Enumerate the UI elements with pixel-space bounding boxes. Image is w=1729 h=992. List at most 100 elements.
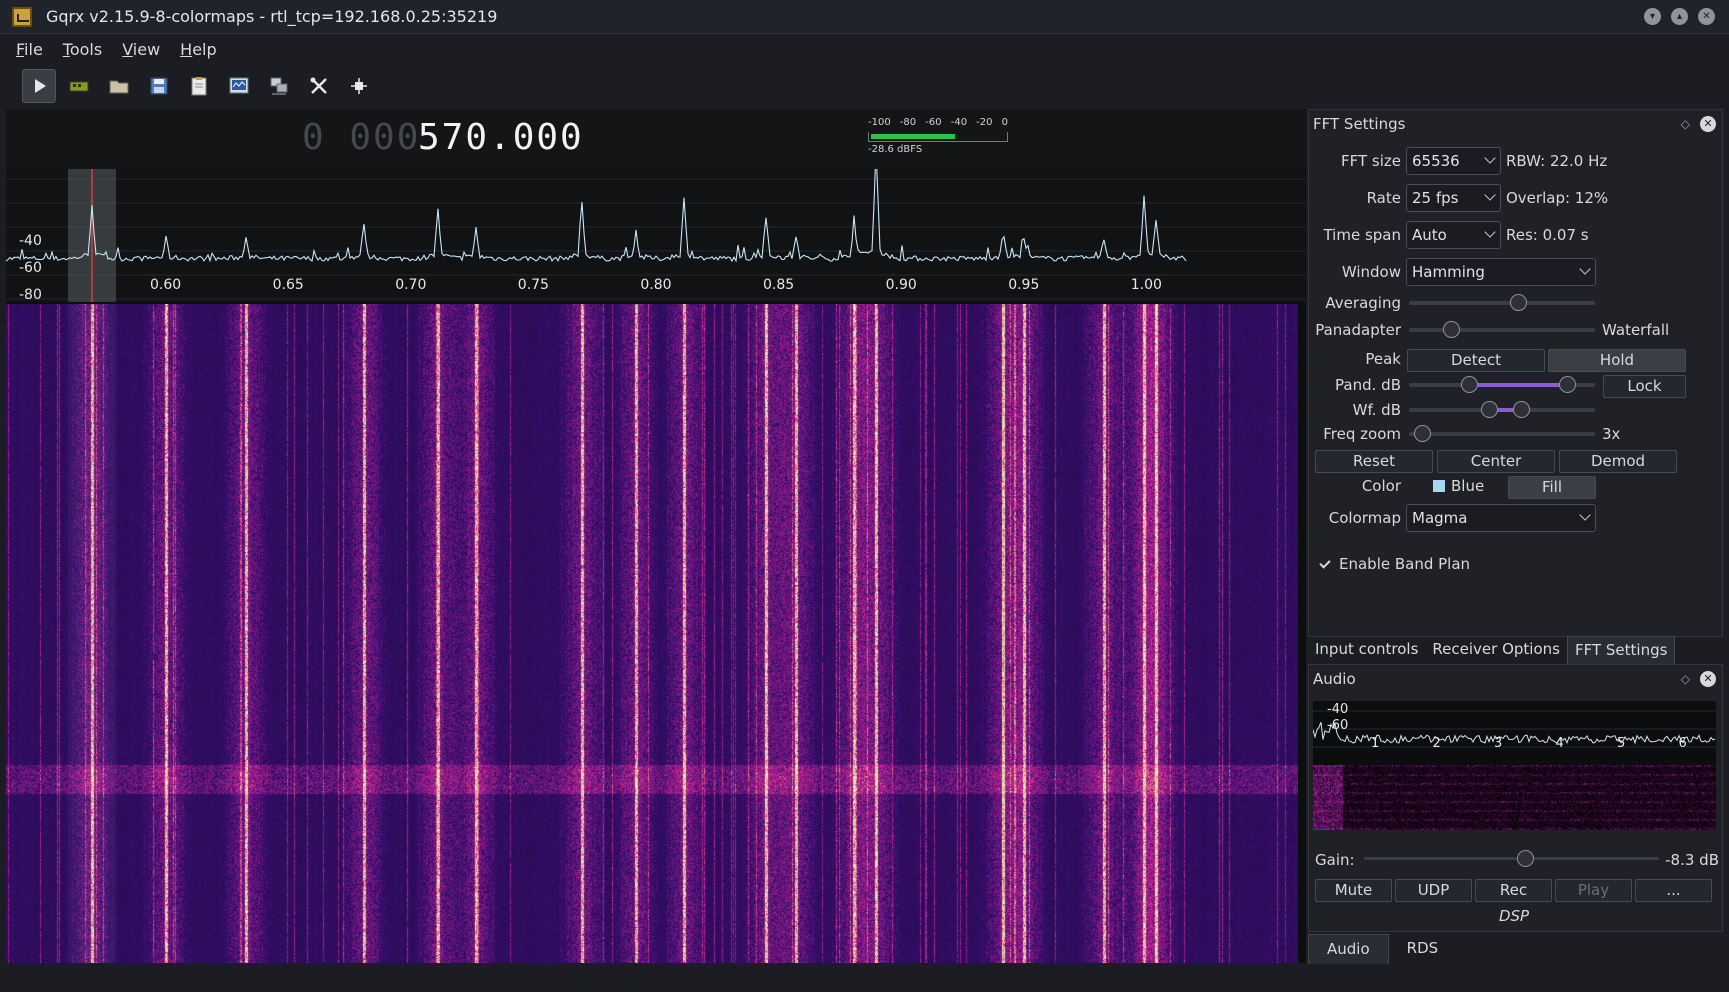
averaging-label: Averaging: [1325, 294, 1401, 312]
timespan-combo[interactable]: Auto: [1406, 221, 1501, 249]
fft-size-combo[interactable]: 65536: [1406, 147, 1501, 175]
peak-label: Peak: [1365, 350, 1401, 368]
fft-settings-panel: FFT Settings ◇ ✕ FFT size 65536 RBW: 22.0…: [1308, 109, 1723, 637]
panadapter-x-label: 0.85: [763, 277, 794, 293]
panadapter-x-label: 0.70: [395, 277, 426, 293]
panel-title: FFT Settings: [1313, 115, 1406, 133]
spectrum-view[interactable]: 0 000 570.000 -100 -80 -60 -40 -20 0 -28.6 dB…: [6, 109, 1306, 963]
clipboard-button[interactable]: [182, 69, 216, 103]
open-file-button[interactable]: [102, 69, 136, 103]
tab-audio[interactable]: Audio: [1308, 934, 1389, 964]
minimize-button[interactable]: ▾: [1644, 8, 1661, 25]
tab-fft-settings[interactable]: FFT Settings: [1566, 636, 1676, 664]
play-icon: [35, 79, 46, 93]
remote-control-button[interactable]: [222, 69, 256, 103]
close-panel-button[interactable]: ✕: [1700, 671, 1716, 687]
save-button[interactable]: [142, 69, 176, 103]
menu-view[interactable]: View: [112, 40, 170, 59]
gain-value: -8.3 dB: [1665, 851, 1719, 869]
frequency-leading-digits[interactable]: 0 000: [302, 117, 420, 158]
color-swatch: [1433, 480, 1445, 492]
dock-tab-bar: Input controls Receiver Options FFT Sett…: [1308, 636, 1723, 664]
chevron-down-icon: [1579, 509, 1591, 521]
panadapter-waterfall-split-slider[interactable]: [1409, 321, 1595, 339]
wf-db-range-slider[interactable]: [1409, 401, 1595, 419]
audio-x-label: 3: [1494, 736, 1502, 751]
peak-hold-button[interactable]: Hold: [1548, 349, 1686, 372]
meter-tick-label: 0: [1001, 117, 1008, 128]
float-icon[interactable]: ◇: [1681, 672, 1690, 686]
colormap-combo[interactable]: Magma: [1406, 504, 1596, 532]
fft-size-label: FFT size: [1340, 152, 1401, 170]
settings-button[interactable]: [342, 69, 376, 103]
panadapter-y-label: -80: [19, 287, 42, 302]
app-window: Gqrx v2.15.9-8-colormaps - rtl_tcp=192.1…: [0, 0, 1729, 992]
tab-rds[interactable]: RDS: [1389, 934, 1457, 964]
freq-zoom-value: 3x: [1602, 425, 1621, 443]
overlap-value: Overlap: 12%: [1506, 189, 1609, 207]
panadapter-x-label: 0.90: [886, 277, 917, 293]
network-icon: [270, 77, 288, 95]
meter-tick-label: -20: [976, 117, 993, 128]
audio-x-label: 2: [1433, 736, 1441, 751]
pand-db-label: Pand. dB: [1335, 376, 1401, 394]
tab-input-controls[interactable]: Input controls: [1308, 636, 1425, 664]
play-button[interactable]: [22, 69, 56, 103]
gain-label: Gain:: [1315, 851, 1355, 869]
menu-help[interactable]: Help: [170, 40, 226, 59]
io-device-button[interactable]: [62, 69, 96, 103]
panadapter-plot[interactable]: -40 -60 -80 0.60 0.65 0.70 0.75 0.80 0.85 0.90 0.9…: [6, 169, 1306, 302]
meter-tick-label: -100: [868, 117, 891, 128]
mute-button[interactable]: Mute: [1315, 879, 1392, 902]
audio-waterfall: [1313, 765, 1716, 830]
menu-tools[interactable]: Tools: [53, 40, 112, 59]
frequency-display[interactable]: 0 000 570.000 -100 -80 -60 -40 -20 0 -28.6 dB…: [6, 109, 1306, 169]
freq-zoom-slider[interactable]: [1409, 425, 1595, 443]
close-panel-button[interactable]: ✕: [1700, 116, 1716, 132]
colormap-label: Colormap: [1328, 509, 1401, 527]
toolbar: [0, 66, 1729, 106]
wf-db-label: Wf. dB: [1352, 401, 1401, 419]
pand-db-range-slider[interactable]: [1409, 376, 1595, 394]
remote-control-icon: [229, 77, 249, 94]
signal-level-label: -28.6 dBFS: [868, 144, 923, 155]
demod-button[interactable]: Demod: [1559, 450, 1677, 473]
rec-button[interactable]: Rec: [1475, 879, 1552, 902]
waterfall-display[interactable]: [6, 304, 1298, 963]
lock-button[interactable]: Lock: [1603, 375, 1686, 398]
panadapter-x-label: 0.65: [273, 277, 304, 293]
tools-button[interactable]: [302, 69, 336, 103]
audio-spectrum[interactable]: -40 -60 1 2 3 4 5 6: [1312, 701, 1716, 830]
rate-label: Rate: [1366, 189, 1401, 207]
close-button[interactable]: ✕: [1698, 8, 1715, 25]
clipboard-icon: [191, 77, 207, 96]
color-picker[interactable]: Blue: [1433, 477, 1484, 495]
udp-button[interactable]: UDP: [1395, 879, 1472, 902]
chevron-down-icon: [1484, 189, 1496, 201]
window-title: Gqrx v2.15.9-8-colormaps - rtl_tcp=192.1…: [46, 7, 498, 26]
chevron-down-icon: [1484, 152, 1496, 164]
frequency-value[interactable]: 570.000: [418, 117, 584, 158]
panadapter-x-label: 0.60: [150, 277, 181, 293]
rate-combo[interactable]: 25 fps: [1406, 184, 1501, 212]
more-button[interactable]: ...: [1635, 879, 1712, 902]
fill-button[interactable]: Fill: [1508, 476, 1596, 499]
network-button[interactable]: [262, 69, 296, 103]
menu-file[interactable]: File: [6, 40, 53, 59]
averaging-slider[interactable]: [1409, 294, 1595, 312]
menu-bar: File Tools View Help: [0, 35, 1729, 63]
peak-detect-button[interactable]: Detect: [1407, 349, 1545, 372]
float-icon[interactable]: ◇: [1681, 117, 1690, 131]
center-button[interactable]: Center: [1437, 450, 1555, 473]
title-bar: Gqrx v2.15.9-8-colormaps - rtl_tcp=192.1…: [0, 0, 1729, 34]
status-bar: [0, 964, 1729, 992]
maximize-button[interactable]: ▴: [1671, 8, 1688, 25]
enable-band-plan-checkbox[interactable]: Enable Band Plan: [1319, 555, 1470, 573]
window-combo[interactable]: Hamming: [1406, 258, 1596, 286]
resolution-value: Res: 0.07 s: [1506, 226, 1589, 244]
play-button[interactable]: Play: [1555, 879, 1632, 902]
meter-tick-label: -80: [899, 117, 917, 128]
reset-button[interactable]: Reset: [1315, 450, 1433, 473]
tab-receiver-options[interactable]: Receiver Options: [1425, 636, 1567, 664]
audio-gain-slider[interactable]: [1364, 850, 1659, 868]
